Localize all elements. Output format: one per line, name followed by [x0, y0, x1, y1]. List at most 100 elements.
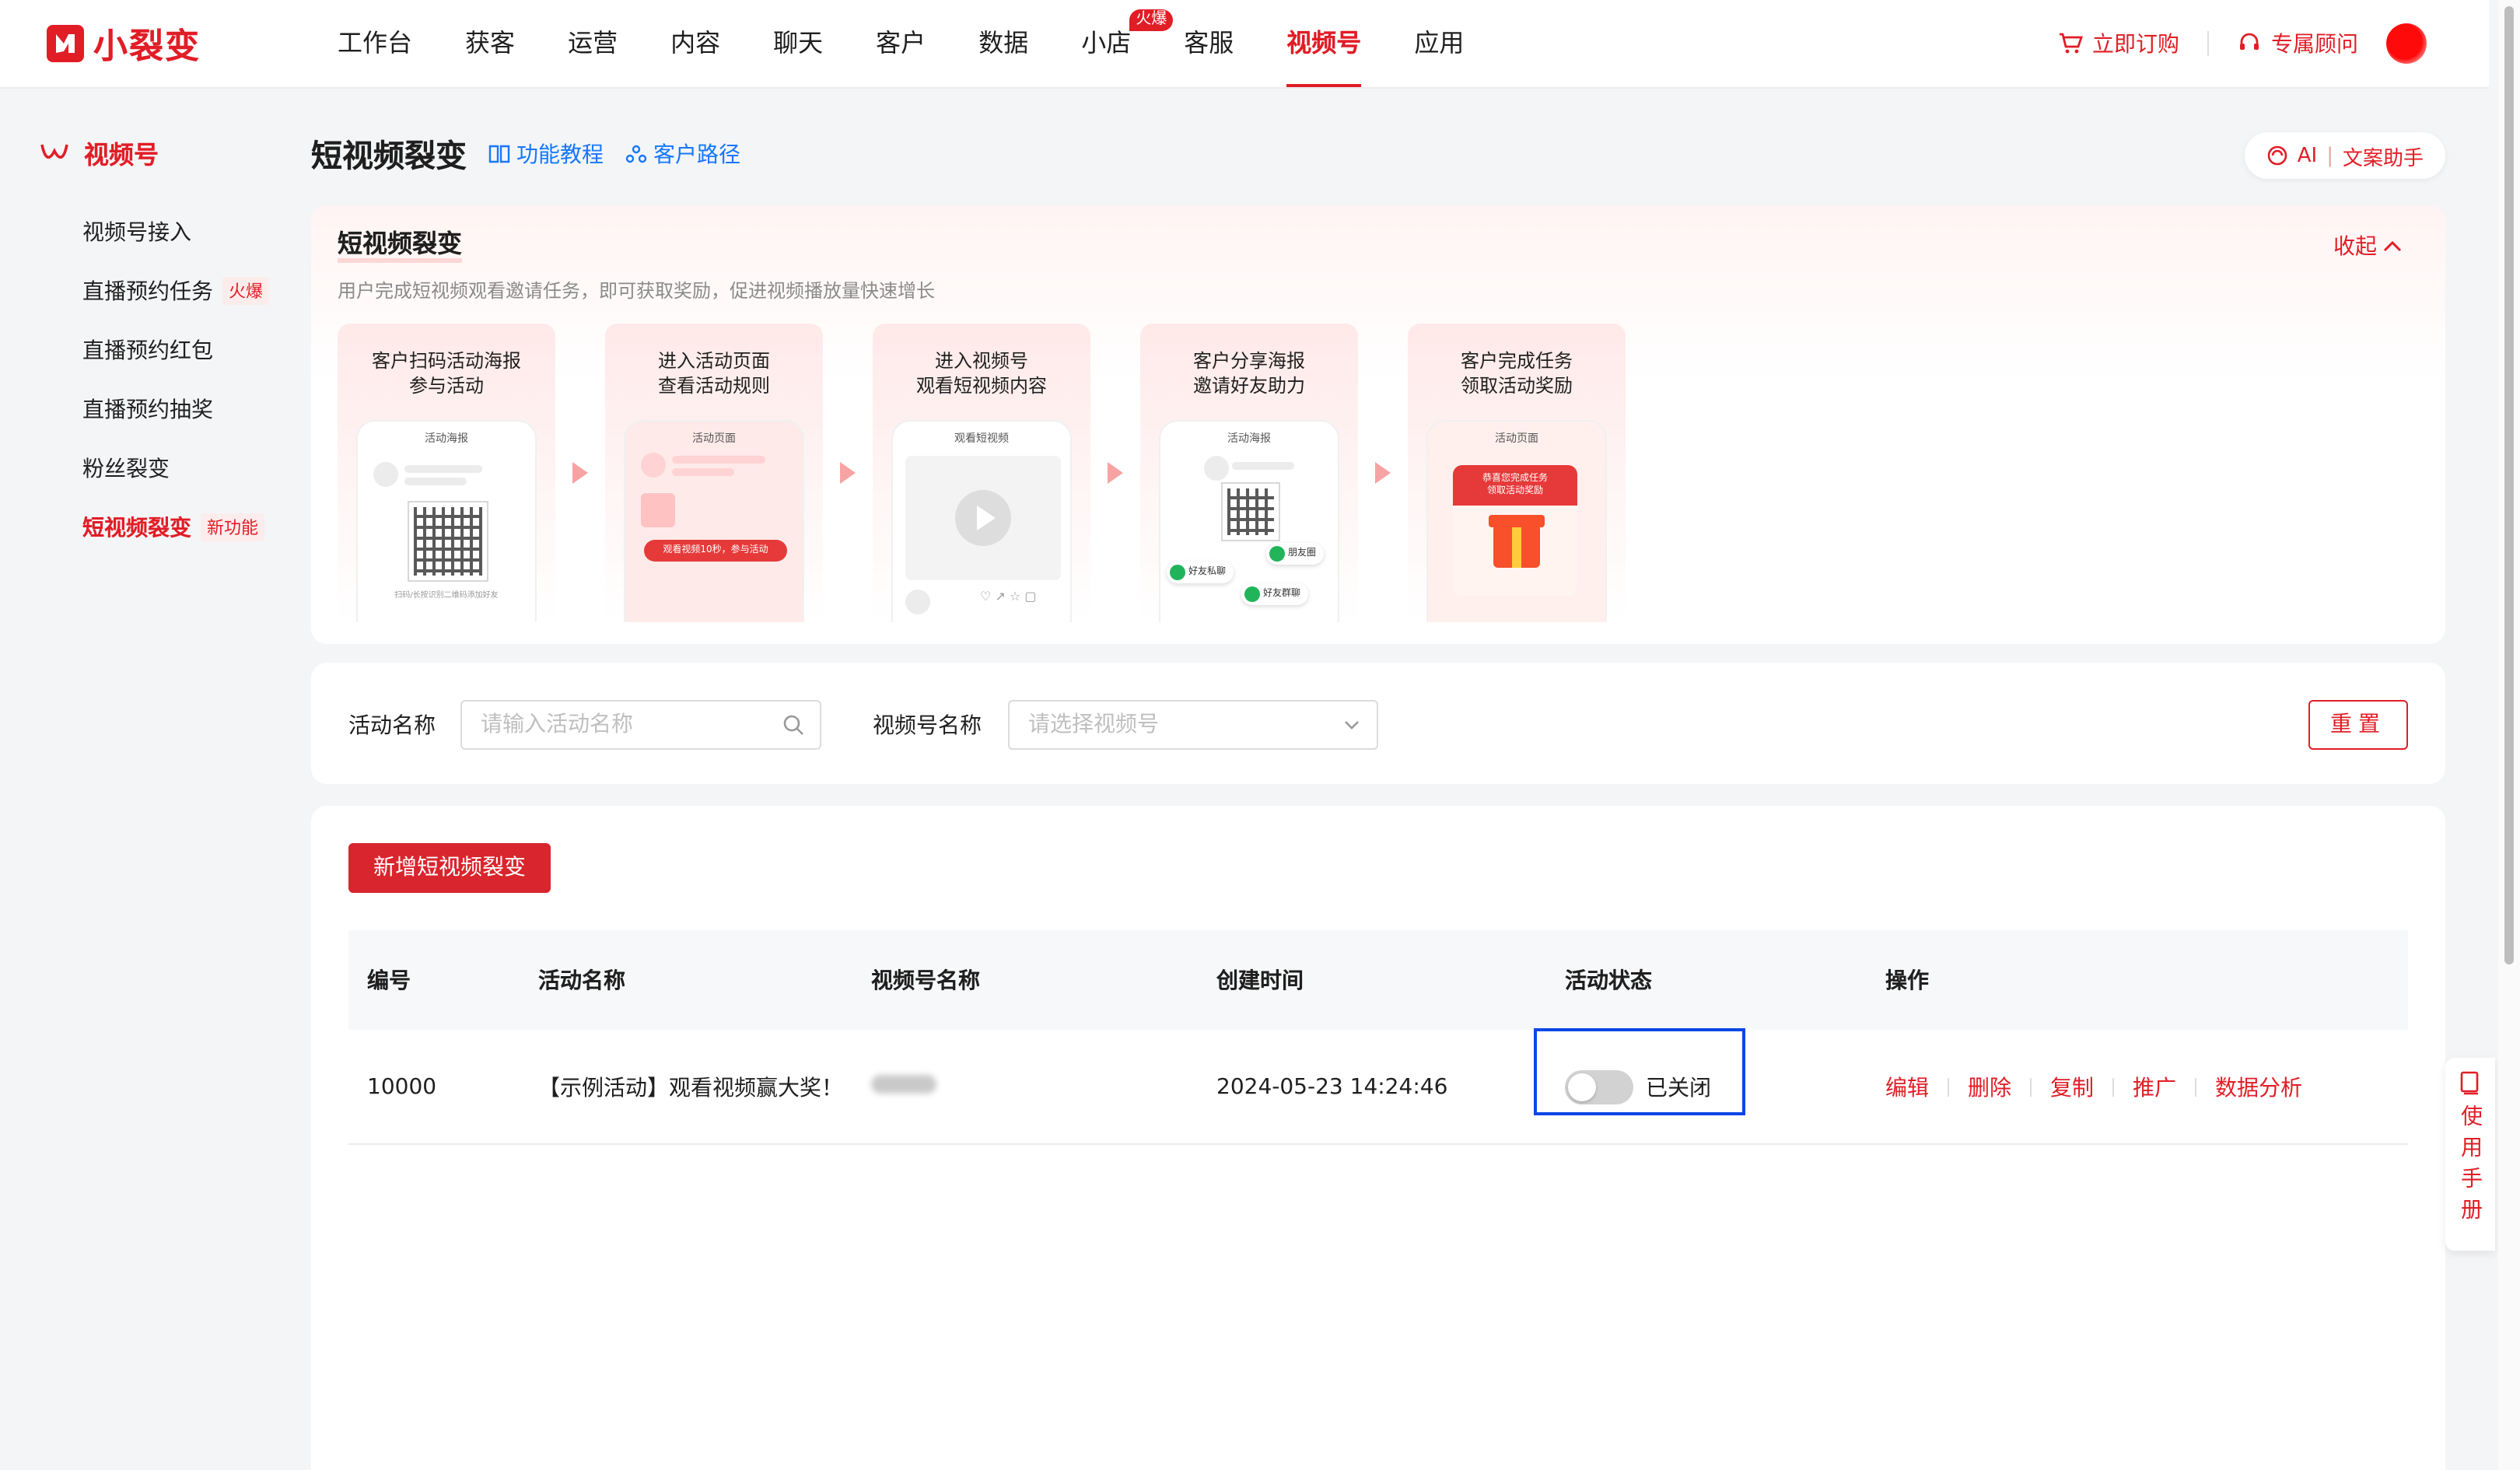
sidebar-item-live-redpacket[interactable]: 直播预约红包: [82, 320, 269, 380]
phone-mockup: 活动海报 朋友圈 好友私聊 好友群聊: [1159, 420, 1339, 622]
path-icon: [625, 144, 647, 163]
advisor-label: 专属顾问: [2271, 33, 2358, 58]
channels-icon: [40, 144, 68, 159]
sidebar-item-label: 视频号接入: [82, 221, 191, 246]
gift-box-icon: [1489, 515, 1545, 568]
nav-item-service[interactable]: 客服: [1157, 0, 1260, 87]
step-caption: 客户扫码活动海报 参与活动: [371, 350, 521, 397]
step-arrow-icon: [1090, 324, 1140, 622]
customer-path-link[interactable]: 客户路径: [625, 138, 740, 169]
chevron-up-icon: [2383, 240, 2402, 252]
phone-mockup: 活动页面 恭喜您完成任务 领取活动奖励: [1426, 420, 1607, 622]
redacted-channel-name: [871, 1074, 936, 1093]
page-header: 短视频裂变 功能教程 客户路径: [311, 131, 740, 176]
logo-mark-icon: [47, 25, 84, 62]
hot-tag: 火爆: [222, 277, 269, 305]
nav-item-data[interactable]: 数据: [952, 0, 1055, 87]
collapse-label: 收起: [2333, 235, 2377, 260]
manual-book-icon: [2460, 1071, 2479, 1095]
sidebar-item-label: 粉丝裂变: [82, 457, 170, 482]
tutorial-link[interactable]: 功能教程: [488, 138, 604, 169]
nav-item-chat[interactable]: 聊天: [747, 0, 849, 87]
intro-title: 短视频裂变: [338, 229, 463, 263]
delete-link[interactable]: 删除: [1968, 1071, 2011, 1102]
sidebar-item-channel-access[interactable]: 视频号接入: [82, 202, 269, 261]
subscribe-label: 立即订购: [2092, 33, 2179, 58]
process-steps: 客户扫码活动海报 参与活动 活动海报 扫码/长按识别二维码添加好友 进入活动页面查…: [338, 324, 1626, 622]
copy-link[interactable]: 复制: [2050, 1071, 2094, 1102]
sidebar-item-live-task[interactable]: 直播预约任务 火爆: [82, 261, 269, 320]
nav-item-content[interactable]: 内容: [644, 0, 747, 87]
advisor-link[interactable]: 专属顾问: [2237, 28, 2358, 59]
activity-table: 编号 活动名称 视频号名称 创建时间 活动状态 操作 10000 【示例活动】观…: [348, 930, 2408, 1145]
subscribe-link[interactable]: 立即订购: [2058, 28, 2179, 59]
intro-description: 用户完成短视频观看邀请任务，即可获取奖励，促进视频播放量快速增长: [338, 280, 936, 302]
add-short-video-fission-button[interactable]: 新增短视频裂变: [348, 843, 551, 893]
status-toggle[interactable]: [1565, 1069, 1633, 1104]
ai-copywriter-button[interactable]: AI | 文案助手: [2244, 132, 2445, 179]
new-tag: 新功能: [201, 513, 264, 541]
sidebar-item-fans-fission[interactable]: 粉丝裂变: [82, 439, 269, 498]
avatar-placeholder: [905, 590, 930, 614]
collapse-button[interactable]: 收起: [2333, 230, 2402, 261]
row-actions: 编辑 删除 复制 推广 数据分析: [1885, 1071, 2408, 1102]
text-placeholder: [404, 478, 467, 485]
customer-path-label: 客户路径: [653, 142, 740, 167]
nav-item-workbench[interactable]: 工作台: [311, 0, 439, 87]
nav-item-operation[interactable]: 运营: [541, 0, 644, 87]
col-id: 编号: [367, 969, 411, 994]
brand-logo[interactable]: 小裂变: [47, 22, 201, 67]
step-caption: 进入活动页面 查看活动规则: [657, 350, 770, 397]
user-avatar[interactable]: [2386, 23, 2427, 64]
activity-list-card: 新增短视频裂变 编号 活动名称 视频号名称 创建时间 活动状态 操作 10000…: [311, 806, 2445, 1470]
col-actions: 操作: [1885, 969, 1929, 994]
nav-item-shop[interactable]: 小店 火爆: [1055, 0, 1174, 87]
nav-item-acquire[interactable]: 获客: [439, 0, 541, 87]
user-manual-tab[interactable]: 使用手册: [2445, 1058, 2495, 1251]
col-channel: 视频号名称: [871, 969, 980, 994]
avatar-placeholder: [1204, 456, 1229, 481]
page-scrollbar[interactable]: [2498, 0, 2520, 1470]
headset-icon: [2240, 33, 2259, 50]
top-right-actions: 立即订购 专属顾问: [2058, 0, 2427, 87]
text-placeholder: [672, 456, 765, 464]
step-caption: 客户分享海报 邀请好友助力: [1192, 350, 1305, 397]
step-caption: 进入视频号 观看短视频内容: [915, 350, 1047, 397]
sidebar-item-label: 直播预约红包: [82, 339, 213, 364]
intro-card: 短视频裂变 用户完成短视频观看邀请任务，即可获取奖励，促进视频播放量快速增长 收…: [311, 205, 2445, 644]
phone-caption: 活动页面: [1495, 432, 1538, 445]
nav-item-customer[interactable]: 客户: [849, 0, 952, 87]
search-icon[interactable]: [782, 714, 804, 736]
banner-placeholder: [641, 493, 675, 527]
activity-name-input[interactable]: 请输入活动名称: [460, 700, 821, 750]
edit-link[interactable]: 编辑: [1885, 1071, 1929, 1102]
data-analysis-link[interactable]: 数据分析: [2215, 1071, 2302, 1102]
text-placeholder: [1232, 462, 1294, 470]
promote-link[interactable]: 推广: [2133, 1071, 2176, 1102]
filter-bar: 活动名称 请输入活动名称 视频号名称 请选择视频号 重置: [311, 663, 2445, 784]
phone-mockup: 观看短视频 ♡ ↗ ☆ ▢: [891, 420, 1072, 622]
channel-select[interactable]: 请选择视频号: [1008, 700, 1378, 750]
sidebar-item-label: 直播预约抽奖: [82, 398, 213, 423]
nav-item-shop-label: 小店: [1081, 28, 1132, 58]
sidebar-item-live-lottery[interactable]: 直播预约抽奖: [82, 380, 269, 439]
phone-caption: 观看短视频: [954, 432, 1009, 445]
sidebar-item-label: 直播预约任务: [82, 280, 213, 305]
sidebar-item-label: 短视频裂变: [82, 516, 191, 541]
reward-header: 恭喜您完成任务 领取活动奖励: [1453, 465, 1577, 506]
sidebar-item-short-video-fission[interactable]: 短视频裂变 新功能: [82, 498, 269, 557]
top-nav-bar: 小裂变 工作台 获客 运营 内容 聊天 客户 数据 小店 火爆 客服 视频号 应…: [0, 0, 2489, 87]
text-placeholder: [672, 468, 734, 476]
status-highlight: [1534, 1027, 1745, 1115]
video-placeholder: [905, 456, 1061, 580]
reset-button[interactable]: 重置: [2308, 700, 2408, 750]
page-title: 短视频裂变: [311, 137, 467, 174]
nav-item-channels[interactable]: 视频号: [1260, 0, 1388, 87]
nav-item-apps[interactable]: 应用: [1388, 0, 1490, 87]
activity-name-label: 活动名称: [348, 714, 436, 739]
qr-code-icon: [1221, 482, 1280, 541]
step-arrow-icon: [555, 324, 605, 622]
scrollbar-thumb[interactable]: [2504, 6, 2514, 964]
ai-label: AI: [2297, 144, 2318, 167]
op-divider: [1948, 1077, 1949, 1096]
